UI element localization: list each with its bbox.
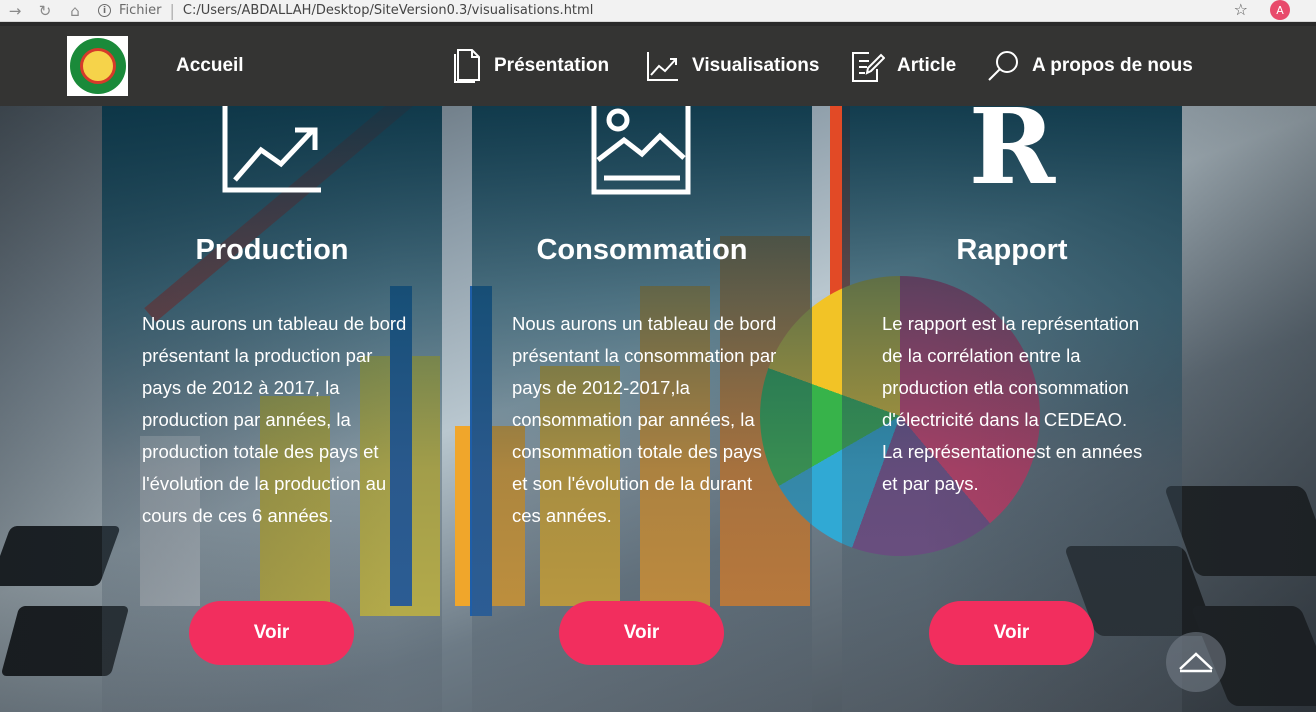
chart-line-icon	[222, 106, 321, 193]
chevron-up-icon	[1179, 652, 1213, 673]
nav-presentation-label: Présentation	[494, 55, 610, 76]
back-icon[interactable]: →	[0, 0, 30, 22]
image-icon	[591, 106, 691, 195]
chart-line-icon	[647, 52, 678, 81]
card-consommation: Consommation Nous aurons un tableau de b…	[472, 106, 812, 712]
card-production-icon-wrap	[102, 106, 442, 196]
info-icon: i	[98, 4, 111, 17]
home-icon[interactable]: ⌂	[60, 0, 90, 22]
reload-icon[interactable]: ↻	[30, 0, 60, 22]
card-title: Rapport	[956, 234, 1068, 266]
nav-a-propos[interactable]: A propos de nous	[986, 26, 1193, 106]
card-consommation-icon-wrap	[472, 106, 812, 196]
address-bar[interactable]: C:/Users/ABDALLAH/Desktop/SiteVersion0.3…	[183, 3, 593, 18]
card-title: Consommation	[536, 234, 748, 266]
voir-consommation-button[interactable]: Voir	[559, 601, 724, 665]
nav-visualisations-label: Visualisations	[692, 55, 820, 76]
site-info[interactable]: i Fichier	[98, 3, 162, 18]
profile-avatar[interactable]: A	[1270, 0, 1290, 20]
nav-accueil[interactable]: Accueil	[176, 26, 244, 106]
r-logo-icon: R	[968, 85, 1056, 208]
nav-article-label: Article	[897, 55, 957, 76]
voir-rapport-button[interactable]: Voir	[929, 601, 1094, 665]
site-navbar: Accueil Présentation Visualisations Arti…	[0, 26, 1316, 106]
card-title: Production	[195, 234, 349, 266]
voir-production-button[interactable]: Voir	[189, 601, 354, 665]
scroll-to-top-button[interactable]	[1166, 632, 1226, 692]
card-description: Le rapport est la représentation de la c…	[882, 313, 1143, 494]
ecowas-logo[interactable]	[67, 36, 128, 96]
card-production: Production Nous aurons un tableau de bor…	[102, 106, 442, 712]
card-description: Nous aurons un tableau de bord présentan…	[142, 313, 407, 526]
card-description: Nous aurons un tableau de bord présentan…	[512, 313, 777, 526]
browser-toolbar: → ↻ ⌂ i Fichier | C:/Users/ABDALLAH/Desk…	[0, 0, 1316, 22]
nav-article[interactable]: Article	[851, 26, 956, 106]
card-rapport: R Rapport Le rapport est la représentati…	[842, 85, 1182, 712]
nav-accueil-label: Accueil	[176, 55, 244, 76]
url-separator: |	[169, 1, 175, 20]
edit-icon	[852, 52, 885, 82]
bookmark-star-icon[interactable]: ☆	[1234, 0, 1248, 19]
card-rapport-icon-wrap: R	[842, 85, 1182, 208]
nav-visualisations[interactable]: Visualisations	[646, 26, 819, 106]
document-icon	[454, 49, 480, 83]
nav-a-propos-label: A propos de nous	[1032, 55, 1193, 76]
nav-presentation[interactable]: Présentation	[452, 26, 609, 106]
site-info-label: Fichier	[119, 3, 162, 18]
search-icon	[988, 51, 1018, 81]
